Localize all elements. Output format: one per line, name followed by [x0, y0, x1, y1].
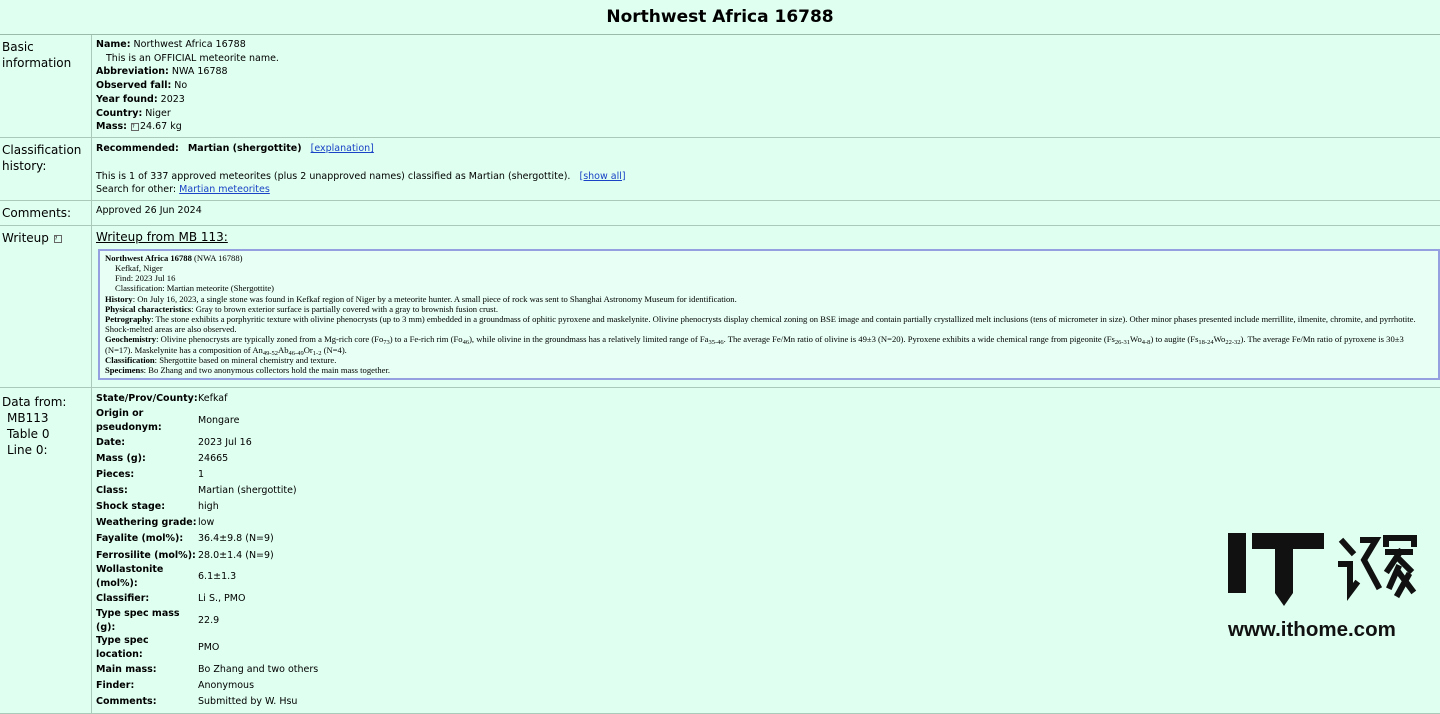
data-key: Finder:	[96, 678, 198, 694]
data-value: 22.9	[198, 607, 318, 634]
ithome-watermark: www.ithome.com	[1228, 530, 1418, 648]
data-row: Main mass:Bo Zhang and two others	[96, 662, 318, 678]
help-icon[interactable]: ?	[131, 123, 139, 131]
data-from-table: State/Prov/County:KefkafOrigin or pseudo…	[96, 391, 318, 710]
data-value: Submitted by W. Hsu	[198, 694, 318, 710]
data-key: Fayalite (mol%):	[96, 531, 198, 547]
data-row: Pieces:1	[96, 467, 318, 483]
data-key: Pieces:	[96, 467, 198, 483]
basic-info-row: Basic information Name: Northwest Africa…	[0, 35, 1440, 137]
data-key: Comments:	[96, 694, 198, 710]
comments-label: Comments:	[0, 201, 92, 226]
data-from-row: Data from: MB113 Table 0 Line 0: State/P…	[0, 388, 1440, 714]
data-row: Fayalite (mol%):36.4±9.8 (N=9)	[96, 531, 318, 547]
data-key: Main mass:	[96, 662, 198, 678]
comments-row: Comments: Approved 26 Jun 2024	[0, 201, 1440, 226]
data-value: 28.0±1.4 (N=9)	[198, 547, 318, 563]
data-key: Class:	[96, 483, 198, 499]
ithome-logo-icon	[1228, 530, 1328, 608]
data-row: Wollastonite (mol%):6.1±1.3	[96, 563, 318, 590]
comments-value: Approved 26 Jun 2024	[92, 201, 1440, 226]
recommended-line: Recommended: Martian (shergottite) [expl…	[96, 142, 1440, 156]
data-key: Wollastonite (mol%):	[96, 563, 198, 590]
data-row: Weathering grade:low	[96, 515, 318, 531]
ithome-url: www.ithome.com	[1228, 618, 1418, 642]
data-value: PMO	[198, 634, 318, 661]
classification-label: Classification history:	[0, 137, 92, 200]
search-line: Search for other: Martian meteorites	[96, 183, 1440, 197]
data-key: State/Prov/County:	[96, 391, 198, 407]
data-row: Finder:Anonymous	[96, 678, 318, 694]
basic-info-label: Basic information	[0, 35, 92, 137]
ithome-cn-logo-icon	[1338, 530, 1418, 608]
data-value: Li S., PMO	[198, 591, 318, 607]
data-row: Mass (g):24665	[96, 451, 318, 467]
writeup-box: Northwest Africa 16788 (NWA 16788) Kefka…	[98, 249, 1440, 380]
year-line: Year found: 2023	[96, 93, 1440, 107]
data-key: Weathering grade:	[96, 515, 198, 531]
writeup-link[interactable]: Writeup from MB 113:	[96, 231, 228, 245]
country-line: Country: Niger	[96, 107, 1440, 121]
meteorite-table: Basic information Name: Northwest Africa…	[0, 35, 1440, 714]
martian-meteorites-link[interactable]: Martian meteorites	[179, 184, 270, 195]
data-key: Type spec location:	[96, 634, 198, 661]
name-line: Name: Northwest Africa 16788	[96, 38, 1440, 52]
data-value: low	[198, 515, 318, 531]
data-value: high	[198, 499, 318, 515]
writeup-row: Writeup ? Writeup from MB 113: Northwest…	[0, 226, 1440, 388]
data-value: Bo Zhang and two others	[198, 662, 318, 678]
data-key: Date:	[96, 435, 198, 451]
data-key: Type spec mass (g):	[96, 607, 198, 634]
data-value: Martian (shergottite)	[198, 483, 318, 499]
official-note: This is an OFFICIAL meteorite name.	[96, 52, 1440, 66]
explanation-link[interactable]: [explanation]	[311, 143, 374, 154]
data-value: Mongare	[198, 407, 318, 434]
classification-row: Classification history: Recommended: Mar…	[0, 137, 1440, 200]
data-value: 24665	[198, 451, 318, 467]
data-value: 1	[198, 467, 318, 483]
data-value: 2023 Jul 16	[198, 435, 318, 451]
data-row: Type spec mass (g):22.9	[96, 607, 318, 634]
page-title: Northwest Africa 16788	[0, 0, 1440, 35]
data-row: Type spec location:PMO	[96, 634, 318, 661]
data-value: Kefkaf	[198, 391, 318, 407]
help-icon[interactable]: ?	[54, 235, 62, 243]
class-summary: This is 1 of 337 approved meteorites (pl…	[96, 170, 1440, 184]
data-value: Anonymous	[198, 678, 318, 694]
data-row: Comments:Submitted by W. Hsu	[96, 694, 318, 710]
classification-values: Recommended: Martian (shergottite) [expl…	[92, 137, 1440, 200]
data-value: 36.4±9.8 (N=9)	[198, 531, 318, 547]
mass-line: Mass: ?24.67 kg	[96, 120, 1440, 134]
show-all-link[interactable]: [show all]	[580, 171, 626, 182]
fall-line: Observed fall: No	[96, 79, 1440, 93]
data-key: Classifier:	[96, 591, 198, 607]
data-row: Date:2023 Jul 16	[96, 435, 318, 451]
data-key: Origin or pseudonym:	[96, 407, 198, 434]
data-key: Mass (g):	[96, 451, 198, 467]
data-from-label: Data from: MB113 Table 0 Line 0:	[0, 388, 92, 714]
data-key: Shock stage:	[96, 499, 198, 515]
data-row: State/Prov/County:Kefkaf	[96, 391, 318, 407]
data-key: Ferrosilite (mol%):	[96, 547, 198, 563]
writeup-label: Writeup ?	[0, 226, 92, 388]
basic-info-values: Name: Northwest Africa 16788 This is an …	[92, 35, 1440, 137]
data-row: Shock stage:high	[96, 499, 318, 515]
data-value: 6.1±1.3	[198, 563, 318, 590]
data-row: Origin or pseudonym:Mongare	[96, 407, 318, 434]
data-row: Ferrosilite (mol%):28.0±1.4 (N=9)	[96, 547, 318, 563]
data-row: Classifier:Li S., PMO	[96, 591, 318, 607]
abbr-line: Abbreviation: NWA 16788	[96, 65, 1440, 79]
data-row: Class:Martian (shergottite)	[96, 483, 318, 499]
